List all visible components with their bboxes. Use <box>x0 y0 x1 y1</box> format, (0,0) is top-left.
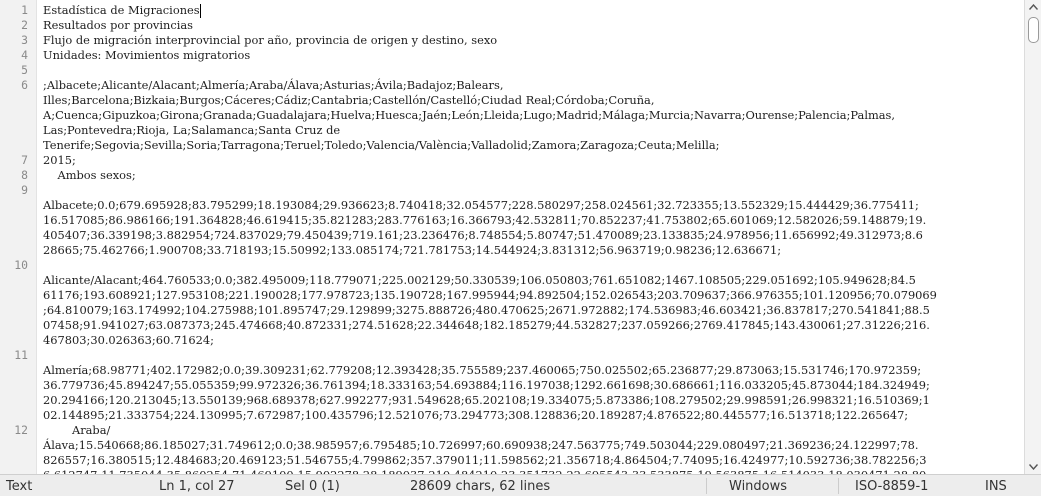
line-number: 8 <box>21 168 28 182</box>
status-document-mode[interactable]: Text <box>6 479 32 494</box>
status-divider <box>706 478 707 494</box>
status-line-endings[interactable]: Windows <box>729 479 787 494</box>
status-encoding[interactable]: ISO-8859-1 <box>855 479 928 494</box>
text-line: Illes;Barcelona;Bizkaia;Burgos;Cáceres;C… <box>43 93 655 107</box>
text-line: Álava;15.540668;86.185027;31.749612;0.0;… <box>43 438 919 452</box>
text-line: Alicante/Alacant;464.760533;0.0;382.4950… <box>43 273 916 287</box>
text-line: 2015; <box>43 153 76 167</box>
text-line: Las;Pontevedra;Rioja, La;Salamanca;Santa… <box>43 123 341 137</box>
text-line: Ambos sexos; <box>43 168 136 182</box>
text-line: 826557;16.380515;12.484683;20.469123;51.… <box>43 453 927 467</box>
text-caret <box>200 4 201 18</box>
text-line: Almería;68.98771;402.172982;0.0;39.30923… <box>43 363 922 377</box>
text-line: 16.517085;86.986166;191.364828;46.619415… <box>43 213 927 227</box>
status-bar: Text Ln 1, col 27 Sel 0 (1) 28609 chars,… <box>0 474 1041 496</box>
text-line: Resultados por provincias <box>43 18 194 32</box>
text-line: Estadística de Migraciones <box>43 3 200 17</box>
scroll-down-arrow-icon[interactable] <box>1025 460 1041 474</box>
text-line: 467803;30.026363;60.71624; <box>43 333 214 347</box>
status-selection: Sel 0 (1) <box>285 479 340 494</box>
text-line: 405407;36.339198;3.882954;724.837029;79.… <box>43 228 923 242</box>
status-divider <box>838 478 839 494</box>
text-area[interactable]: Estadística de Migraciones Resultados por… <box>37 0 1026 474</box>
text-line: ;64.810079;163.174992;104.275988;101.895… <box>43 303 930 317</box>
status-insert-mode[interactable]: INS <box>985 479 1007 494</box>
scroll-up-arrow-icon[interactable] <box>1025 0 1041 14</box>
line-number: 3 <box>21 33 28 47</box>
text-line: 02.144895;21.333754;224.130995;7.672987;… <box>43 408 909 422</box>
line-number: 4 <box>21 48 28 62</box>
vertical-scrollbar[interactable] <box>1024 0 1041 474</box>
text-line: Tenerife;Segovia;Sevilla;Soria;Tarragona… <box>43 138 720 152</box>
line-number: 7 <box>21 153 28 167</box>
text-line: ;Albacete;Alicante/Alacant;Almería;Araba… <box>43 78 504 92</box>
line-number: 1 <box>21 3 28 17</box>
text-line: 28665;75.462766;1.900708;33.718193;15.50… <box>43 243 782 257</box>
line-number: 12 <box>14 423 28 437</box>
line-number: 10 <box>14 258 28 272</box>
text-line: 36.779736;45.894247;55.055359;99.972326;… <box>43 378 930 392</box>
text-line: Albacete;0.0;679.695928;83.795299;18.193… <box>43 198 919 212</box>
text-line: 07458;91.941027;63.087373;245.474668;40.… <box>43 318 930 332</box>
text-line: 20.294166;120.213045;13.550139;968.68937… <box>43 393 930 407</box>
text-editor-window: 1 2 3 4 5 6 7 8 9 10 11 12 Estadística de Migracion… <box>0 0 1041 496</box>
text-line: 61176;193.608921;127.953108;221.190028;1… <box>43 288 937 302</box>
text-line: Unidades: Movimientos migratorios <box>43 48 251 62</box>
scrollbar-thumb[interactable] <box>1028 17 1039 43</box>
text-line: Araba/ <box>43 423 111 437</box>
line-number: 9 <box>21 183 28 197</box>
line-number: 11 <box>14 348 28 362</box>
line-number: 6 <box>21 78 28 92</box>
line-number-gutter: 1 2 3 4 5 6 7 8 9 10 11 12 <box>0 0 37 474</box>
status-document-size: 28609 chars, 62 lines <box>410 479 551 494</box>
line-number: 2 <box>21 18 28 32</box>
text-line: A;Cuenca;Gipuzkoa;Girona;Granada;Guadala… <box>43 108 896 122</box>
text-line: Flujo de migración interprovincial por a… <box>43 33 498 47</box>
status-cursor-position[interactable]: Ln 1, col 27 <box>159 479 235 494</box>
line-number: 5 <box>21 63 28 77</box>
